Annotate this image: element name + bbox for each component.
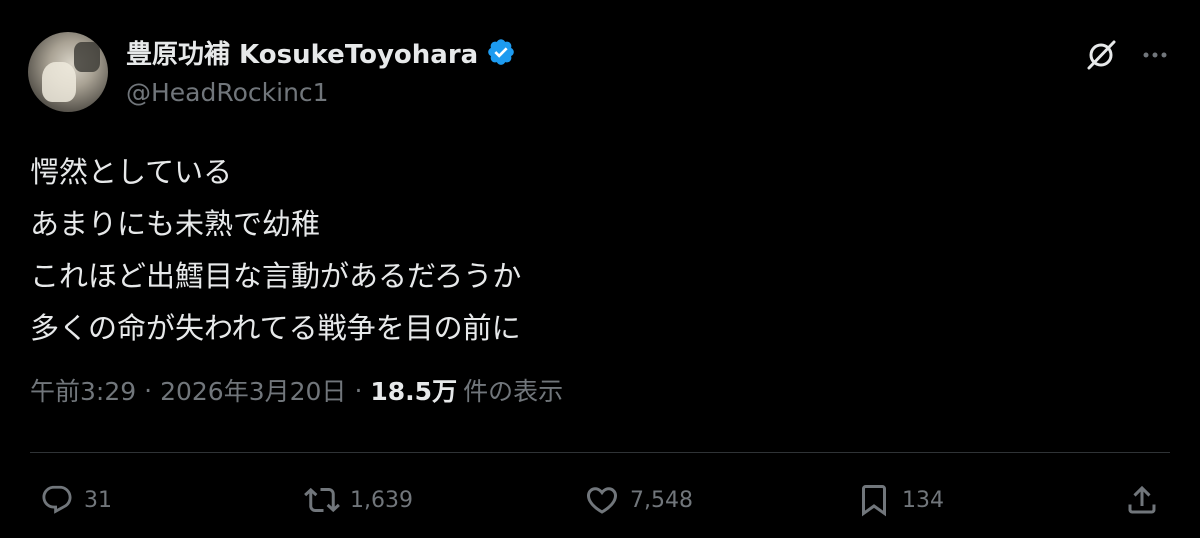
bookmark-icon [862,485,886,517]
author-handle[interactable]: @HeadRockinc1 [126,78,329,107]
share-button[interactable] [1124,478,1160,522]
tweet-line: 多くの命が失われてる戦争を目の前に [30,311,521,345]
author-name-row: 豊原功補 KosukeToyohara [126,32,516,72]
views-label: 件の表示 [463,377,564,406]
retweet-button[interactable]: 1,639 [304,478,413,522]
bookmark-button[interactable]: 134 [856,478,944,522]
retweet-count: 1,639 [350,487,413,513]
share-icon [1128,485,1156,514]
tweet-date[interactable]: 2026年3月20日 [160,372,346,408]
meta-separator: · [144,375,153,405]
like-count: 7,548 [630,487,693,513]
tweet-line: これほど出鱈目な言動があるだろうか [30,259,522,293]
tweet-time[interactable]: 午前3:29 [30,372,136,408]
verified-badge-icon [488,39,515,65]
meta-separator: · [354,375,363,405]
divider [30,452,1170,453]
grok-icon[interactable] [1084,38,1118,72]
reply-icon [42,485,72,514]
reply-count: 31 [84,487,112,513]
views-count: 18.5万 [370,377,458,406]
heart-icon [586,487,618,514]
bookmark-count: 134 [902,487,944,513]
reply-button[interactable]: 31 [40,478,112,522]
more-icon[interactable] [1140,40,1170,70]
tweet-text: 愕然としている あまりにも未熟で幼稚 これほど出鱈目な言動があるだろうか 多くの… [30,146,521,354]
retweet-icon [304,487,340,513]
tweet-meta: 午前3:29 · 2026年3月20日 · 18.5万 件の表示 [30,370,563,410]
avatar[interactable] [28,32,108,112]
tweet-line: あまりにも未熟で幼稚 [30,207,321,241]
author-display-name[interactable]: 豊原功補 KosukeToyohara [126,34,478,71]
tweet-line: 愕然としている [30,155,233,189]
like-button[interactable]: 7,548 [584,478,693,522]
